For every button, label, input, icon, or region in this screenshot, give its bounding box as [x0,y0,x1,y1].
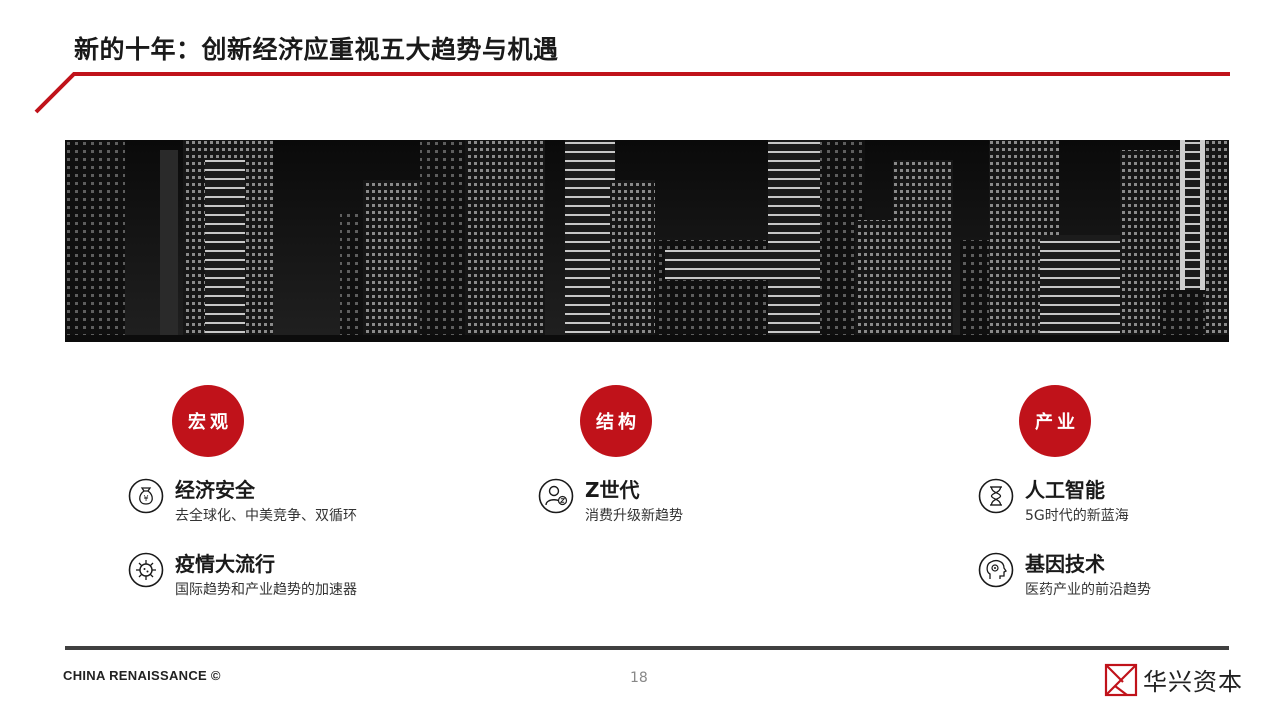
china-renaissance-logo-icon [1104,663,1138,697]
hourglass-icon [978,478,1014,514]
person-z-icon [538,478,574,514]
footer-copyright: CHINA RENAISSANCE © [63,668,221,683]
city-skyline-image [65,140,1229,342]
trend-ai: 人工智能 5G时代的新蓝海 [978,478,1129,526]
trend-name: 经济安全 [175,478,255,502]
trend-description: 医药产业的前沿趋势 [1025,582,1151,598]
money-bag-icon: ¥ [128,478,164,514]
page-title: 新的十年：创新经济应重视五大趋势与机遇 [74,35,559,64]
footer-divider [65,646,1229,650]
trend-gene-tech: 基因技术 医药产业的前沿趋势 [978,552,1151,600]
category-structure-badge: 结构 [580,385,652,457]
trend-description: 5G时代的新蓝海 [1025,508,1129,524]
trend-gen-z: Z世代 消费升级新趋势 [538,478,683,526]
svg-text:¥: ¥ [143,494,148,503]
category-industry-badge: 产业 [1019,385,1091,457]
trend-name: 人工智能 [1025,478,1105,502]
trend-pandemic: 疫情大流行 国际趋势和产业趋势的加速器 [128,552,357,600]
page-number: 18 [630,670,648,686]
title-underline [34,72,1230,114]
category-macro-badge: 宏观 [172,385,244,457]
trend-name: Z世代 [585,478,640,502]
trend-economic-security: ¥ 经济安全 去全球化、中美竞争、双循环 [128,478,357,526]
virus-icon [128,552,164,588]
trend-description: 去全球化、中美竞争、双循环 [175,508,357,524]
footer-brand-name: 华兴资本 [1143,668,1243,696]
trend-description: 国际趋势和产业趋势的加速器 [175,582,357,598]
trend-name: 疫情大流行 [175,552,275,576]
head-gear-icon [978,552,1014,588]
trend-description: 消费升级新趋势 [585,508,683,524]
trend-name: 基因技术 [1025,552,1105,576]
